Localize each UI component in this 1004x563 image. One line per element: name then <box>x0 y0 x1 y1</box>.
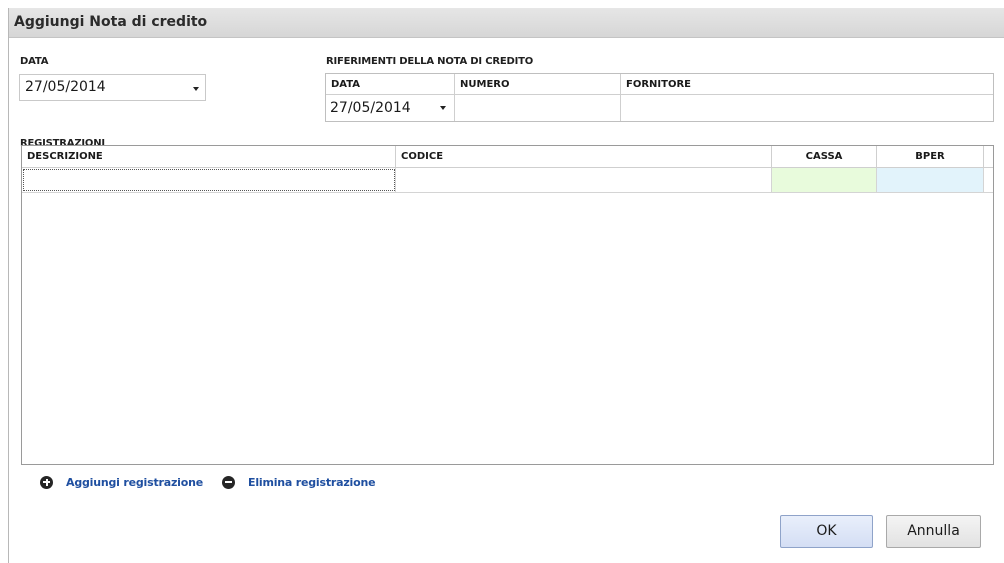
ref-col-numero: NUMERO <box>455 74 621 94</box>
chevron-down-icon[interactable] <box>193 87 199 91</box>
add-registration-label: Aggiungi registrazione <box>66 475 203 489</box>
ref-numero-input[interactable] <box>455 95 621 121</box>
cell-cassa[interactable] <box>772 168 877 192</box>
registrations-header: DESCRIZIONE CODICE CASSA BPER <box>22 146 993 168</box>
minus-circle-icon <box>222 475 235 489</box>
col-bper[interactable]: BPER <box>877 146 984 167</box>
dialog-title: Aggiungi Nota di credito <box>14 14 208 30</box>
title-bar[interactable]: Aggiungi Nota di credito <box>9 8 1004 38</box>
table-row[interactable] <box>22 168 993 193</box>
references-row: 27/05/2014 <box>326 95 993 121</box>
cell-codice[interactable] <box>396 168 772 192</box>
remove-registration-label: Elimina registrazione <box>248 475 376 489</box>
references-header: DATA NUMERO FORNITORE <box>326 74 993 95</box>
date-label: DATA <box>20 56 49 67</box>
ref-col-fornitore: FORNITORE <box>626 79 691 90</box>
ref-date-value: 27/05/2014 <box>330 100 411 116</box>
col-codice[interactable]: CODICE <box>396 146 772 167</box>
ok-button[interactable]: OK <box>780 515 873 548</box>
chevron-down-icon[interactable] <box>440 106 446 110</box>
references-label: RIFERIMENTI DELLA NOTA DI CREDITO <box>326 56 534 67</box>
ref-col-data: DATA <box>326 74 455 94</box>
registrations-grid[interactable]: DESCRIZIONE CODICE CASSA BPER <box>21 145 994 465</box>
references-table: DATA NUMERO FORNITORE 27/05/2014 <box>325 73 994 122</box>
col-cassa[interactable]: CASSA <box>772 146 877 167</box>
plus-circle-icon <box>40 475 53 489</box>
ref-date-picker[interactable]: 27/05/2014 <box>326 95 455 121</box>
col-descrizione[interactable]: DESCRIZIONE <box>22 146 396 167</box>
date-value: 27/05/2014 <box>25 79 106 95</box>
date-picker[interactable]: 27/05/2014 <box>19 74 206 101</box>
remove-registration-button[interactable]: Elimina registrazione <box>222 473 376 491</box>
cell-descrizione[interactable] <box>22 168 396 192</box>
cell-bper[interactable] <box>877 168 984 192</box>
cancel-button[interactable]: Annulla <box>886 515 981 548</box>
add-registration-button[interactable]: Aggiungi registrazione <box>40 473 203 491</box>
ref-fornitore-input[interactable] <box>621 95 993 121</box>
